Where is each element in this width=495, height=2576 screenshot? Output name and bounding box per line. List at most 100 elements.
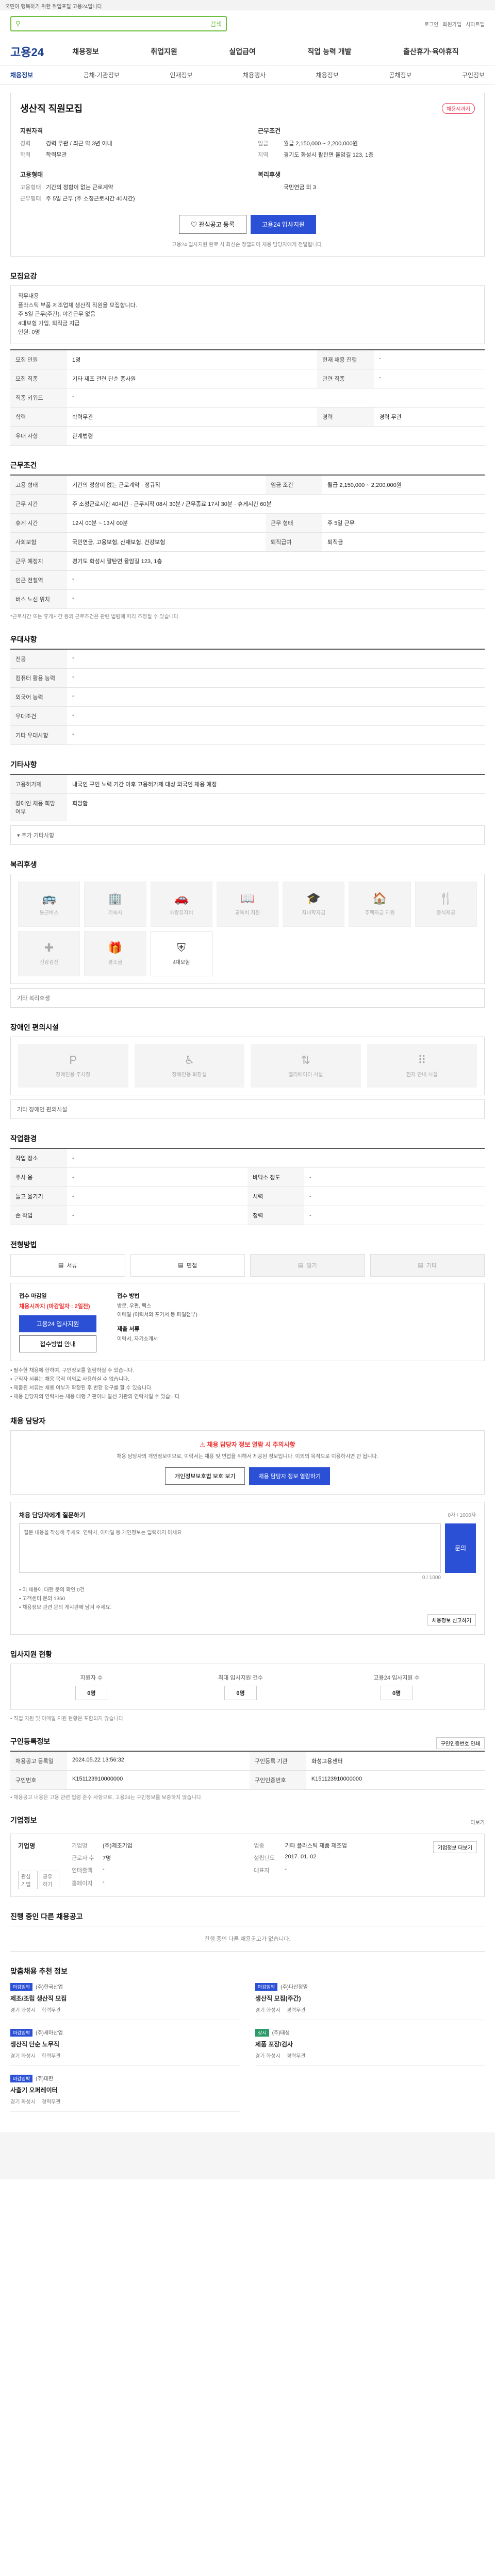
subnav-item[interactable]: 채용정보 <box>316 71 339 79</box>
method-box: ▤ 필기 <box>250 1253 365 1277</box>
subnav-item[interactable]: 공채·기관정보 <box>84 71 120 79</box>
site-footer <box>0 2132 495 2179</box>
shield-icon: ⛨ <box>177 941 186 955</box>
facility-label: 장애인용 주차장 <box>56 1072 91 1078</box>
welfare-more-label: 기타 복리후생 <box>17 995 50 1002</box>
interest-button[interactable]: ♡ 관심공고 등록 <box>179 215 246 234</box>
description-line: 플라스틱 부품 제조업체 생산직 직원을 모집합니다. <box>18 302 137 309</box>
welfare-item: 🍴 중식제공 <box>415 881 477 927</box>
report-button[interactable]: 채용정보 신고하기 <box>427 1614 476 1626</box>
text-line: • 이 채용에 대한 문의 확인 0건 <box>19 1587 85 1593</box>
table-row: 사회보험 국민연금, 고용보험, 산재보험, 건강보험 퇴직급여 퇴직금 <box>10 532 485 552</box>
subnav-item[interactable]: 채용행사 <box>243 71 266 79</box>
search-button[interactable]: 검색 <box>210 20 222 28</box>
recommend-location: 경기 화성시 <box>10 2007 36 2013</box>
user-link[interactable]: 사이트맵 <box>466 20 485 28</box>
site-logo[interactable]: 고용24 <box>10 43 46 60</box>
apply-button[interactable]: 고용24 입사지원 <box>251 215 316 234</box>
table-value: 12시 00분 ~ 13시 00분 <box>67 513 266 533</box>
text-line: • 채용정보 관련 문의 게시판에 남겨 주세요. <box>19 1604 112 1611</box>
gnb-item[interactable]: 직업 능력 개발 <box>307 46 351 57</box>
facility-label: 엘리베이터 시설 <box>288 1072 323 1078</box>
apply-note: 고용24 입사지원 완료 시 최신순 정렬되어 채용 담당자에게 전달됩니다. <box>172 242 323 248</box>
company-more-link[interactable]: 더보기 <box>470 1818 485 1826</box>
table-key: 경력 <box>317 407 374 427</box>
table-key: 바닥소 정도 <box>248 1167 304 1187</box>
recommend-card[interactable]: 상시 (주)태성 제품 포장/검사 경기 화성시 경력무관 <box>255 2028 485 2066</box>
company-detail-button[interactable]: 기업정보 더보기 <box>433 1841 477 1853</box>
user-link[interactable]: 회원가입 <box>442 20 461 28</box>
inquiry-textarea[interactable] <box>19 1523 441 1573</box>
company-follow-button[interactable]: 관심기업 <box>18 1870 38 1889</box>
table-key: 사회보험 <box>10 532 67 552</box>
table-key: 학력 <box>10 407 67 427</box>
table-key: 손 작업 <box>10 1206 67 1225</box>
view-contact-button[interactable]: 채용 담당자 정보 열람하기 <box>249 1467 330 1485</box>
etc-table: 고용허가제 내국인 구인 노력 기간 이후 고용허가제 대상 외국인 채용 예정 장… <box>10 773 485 821</box>
recommend-card[interactable]: 마감임박 (주)다산정밀 생산직 모집(주간) 경기 화성시 경력무관 <box>255 1982 485 2020</box>
subnav-item[interactable]: 공채정보 <box>389 71 411 79</box>
table-value: - <box>67 1206 248 1225</box>
facility-heading: 장애인 편의시설 <box>10 1023 59 1031</box>
subnav-item[interactable]: 채용정보 <box>10 71 33 79</box>
inquiry-box: 채용 담당자에게 질문하기 0자 / 1000자 문의 0 / 1000 • 이… <box>10 1501 485 1635</box>
text-line: • 고객센터 문의 1350 <box>19 1596 65 1602</box>
table-value: - <box>304 1187 485 1206</box>
facility-label: 장애인용 화장실 <box>172 1072 207 1078</box>
apply-method-column: 접수 방법 방문, 우편, 팩스 이메일 (이력서와 포기서 등 파일첨부) 제출… <box>117 1292 197 1352</box>
apply-button-2[interactable]: 고용24 입사지원 <box>19 1315 96 1332</box>
info-value: 기간의 정함이 없는 근로계약 <box>46 184 113 191</box>
table-row: 들고 옮기기 - 시력 - <box>10 1187 485 1206</box>
gnb-item[interactable]: 취업지원 <box>151 46 177 57</box>
inquiry-counter: 0 / 1000 <box>422 1574 441 1581</box>
recommend-card[interactable]: 마감임박 (주)세아산업 생산직 단순 노무직 경기 화성시 학력무관 <box>10 2028 240 2066</box>
recommend-meta: 경기 화성시 경력무관 <box>10 2097 240 2105</box>
search-box[interactable]: ⚲ 검색 <box>10 16 227 31</box>
status-value: 0명 <box>224 1685 257 1700</box>
subnav-item[interactable]: 구인정보 <box>462 71 485 79</box>
info-row: 국민연금 외 3 <box>258 183 475 191</box>
recommend-card[interactable]: 마감임박 (주)한국산업 제조/조립 생산직 모집 경기 화성시 학력무관 <box>10 1982 240 2020</box>
welfare-item: 📖 교육비 지원 <box>216 881 279 927</box>
table-value: - <box>374 349 485 369</box>
recommend-condition: 경력무관 <box>286 2007 306 2013</box>
print-button[interactable]: 구인인증번호 인쇄 <box>436 1737 485 1750</box>
benefits-title: 복리후생 <box>258 171 281 178</box>
recommend-card[interactable]: 마감임박 (주)대한 사출기 오퍼레이터 경기 화성시 경력무관 <box>10 2074 240 2112</box>
text-line: • 구직자 서류는 채용 목적 이외로 사용하실 수 없습니다. <box>10 1376 129 1382</box>
table-value: 퇴직금 <box>322 532 485 552</box>
other-empty: 진행 중인 다른 채용공고가 없습니다. <box>204 1936 291 1942</box>
method-box: ▤ 서류 <box>10 1253 125 1277</box>
privacy-button[interactable]: 개인정보보호법 보호 보기 <box>165 1467 245 1485</box>
table-value: - <box>67 589 485 609</box>
info-row: 임금 월급 2,150,000 ~ 2,200,000원 <box>258 139 475 147</box>
table-value: - <box>67 1167 248 1187</box>
welfare-item: 🚌 통근버스 <box>18 881 80 927</box>
welfare-more: 기타 복리후생 <box>10 988 485 1008</box>
company-follow-button[interactable]: 공유하기 <box>40 1870 59 1889</box>
company-box: 기업명 관심기업 공유하기 기업명 (주)제조기업 업종 기타 플라스틱 제품 제조업 근… <box>10 1833 485 1897</box>
gnb-item[interactable]: 실업급여 <box>229 46 256 57</box>
apply-guide-button[interactable]: 접수방법 안내 <box>19 1335 96 1352</box>
table-row: 전공 - <box>10 649 485 669</box>
company-row: 기업명 (주)제조기업 <box>72 1841 238 1852</box>
subnav-item[interactable]: 인재정보 <box>170 71 192 79</box>
inquiry-submit-button[interactable]: 문의 <box>445 1523 476 1573</box>
table-key: 들고 옮기기 <box>10 1187 67 1206</box>
gnb-item[interactable]: 출산휴가·육아휴직 <box>403 46 459 57</box>
etc-more[interactable]: ▾ 추가 기타사항 <box>10 825 485 845</box>
text-line: 이력서, 자기소개서 <box>117 1336 158 1342</box>
welfare-item: 🚗 차량유지비 <box>150 881 212 927</box>
table-key: 구인등록 기관 <box>249 1751 306 1771</box>
company-logo-name: 기업명 <box>18 1842 36 1850</box>
company-key: 기업명 <box>72 1842 88 1849</box>
house-icon: 🏠 <box>372 892 387 905</box>
user-link[interactable]: 로그인 <box>424 20 439 28</box>
user-links: 로그인 회원가입 사이트맵 <box>424 20 485 28</box>
top-notice-text: 국민이 행복하기 위한 취업포탈 고용24입니다. <box>5 4 104 10</box>
gnb-item[interactable]: 채용정보 <box>72 46 99 57</box>
table-row: 작업 장소 - <box>10 1148 485 1168</box>
method-box: ▤ 면접 <box>130 1253 245 1277</box>
company-section: 기업정보 더보기 기업명 관심기업 공유하기 기업명 (주)제조기업 업종 기타 플라스… <box>10 1815 485 1897</box>
table-key: 퇴직급여 <box>266 532 323 552</box>
